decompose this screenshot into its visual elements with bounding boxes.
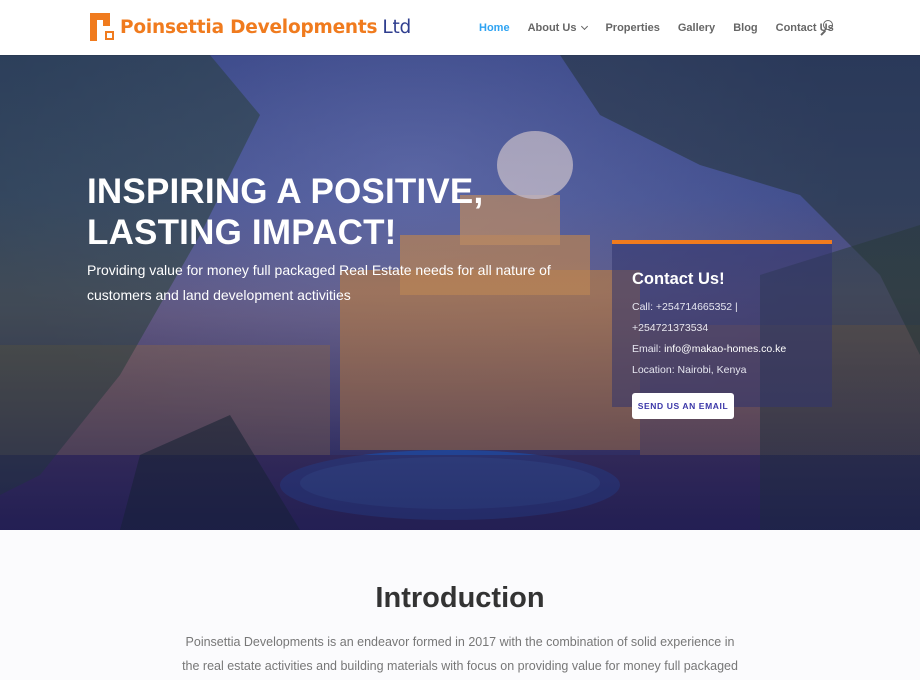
house-logo-icon [90,13,118,41]
site-header: Poinsettia Developments Ltd Home About Us… [0,0,920,55]
contact-call-line1: Call: +254714665352 | [632,301,738,313]
contact-card: Contact Us! Call: +254714665352 | +25472… [612,240,832,419]
chevron-down-icon [581,22,589,31]
nav-about-us-label: About Us [527,22,577,34]
contact-call-line2: +254721373534 [632,322,709,334]
nav-about-us[interactable]: About Us [527,22,589,34]
logo-text: Poinsettia Developments Ltd [120,17,411,38]
intro-section: Introduction Poinsettia Developments is … [0,530,920,680]
contact-email-link[interactable]: info@makao-homes.co.ke [664,343,786,355]
intro-text: Poinsettia Developments is an endeavor f… [182,635,738,673]
nav-gallery[interactable]: Gallery [678,22,715,34]
contact-email-line: Email: info@makao-homes.co.ke [632,343,786,355]
search-icon[interactable] [819,20,833,36]
contact-email-label: Email: [632,343,662,355]
nav-blog[interactable]: Blog [733,22,757,34]
hero-heading-line1: INSPIRING A POSITIVE, [87,172,484,211]
logo-name: Poinsettia Developments [120,16,378,38]
hero-heading: INSPIRING A POSITIVE, LASTING IMPACT! [87,171,547,253]
nav-home-label: Home [479,22,510,34]
hero-subheading: Providing value for money full packaged … [87,262,551,303]
intro-title: Introduction [375,582,545,614]
nav-gallery-label: Gallery [677,22,716,34]
send-email-button[interactable]: SEND US AN EMAIL [632,393,734,419]
nav-properties[interactable]: Properties [605,22,659,34]
nav-properties-label: Properties [605,22,660,34]
contact-location: Location: Nairobi, Kenya [632,364,747,376]
hero-heading-line2: LASTING IMPACT! [87,213,397,252]
hero-section: INSPIRING A POSITIVE, LASTING IMPACT! Pr… [0,55,920,530]
logo-suffix: Ltd [382,16,412,38]
contact-title: Contact Us! [632,270,725,288]
main-nav: Home About Us Properties Gallery Blog Co… [479,20,852,36]
nav-home[interactable]: Home [479,22,510,34]
site-logo[interactable]: Poinsettia Developments Ltd [90,13,411,41]
nav-blog-label: Blog [733,22,758,34]
